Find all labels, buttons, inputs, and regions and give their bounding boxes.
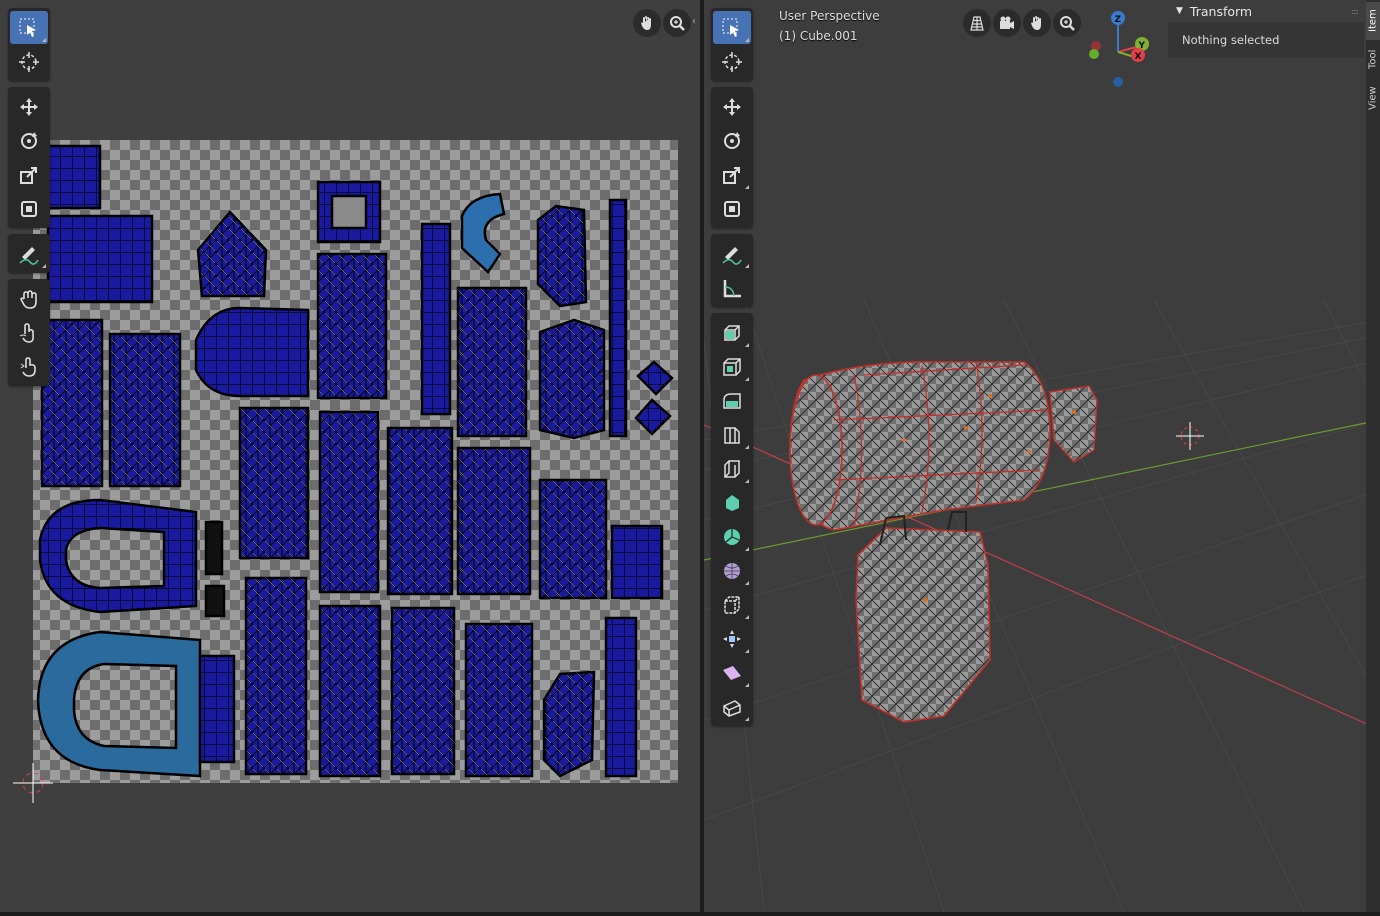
tool-select-box[interactable] <box>713 11 751 44</box>
move-icon <box>723 97 741 116</box>
tool-edge-slide[interactable] <box>713 588 751 621</box>
mesh-lantern <box>789 361 1098 723</box>
tool-measure[interactable] <box>713 271 751 304</box>
tab-tool[interactable]: Tool <box>1366 44 1380 74</box>
uv-editor-area[interactable]: ‹ <box>0 0 700 912</box>
uv-tool-annotate[interactable] <box>10 237 48 270</box>
select-box-icon <box>19 18 36 37</box>
viewport-toolbar <box>711 8 753 732</box>
navigation-gizmo[interactable]: Z Y X <box>1080 6 1160 90</box>
uv-tool-move[interactable] <box>10 90 48 123</box>
tool-shear[interactable] <box>713 656 751 689</box>
relax-hand-icon <box>19 322 34 343</box>
uv-tool-rotate[interactable] <box>10 124 48 157</box>
tool-smooth[interactable] <box>713 554 751 587</box>
gizmo-neg-z-handle <box>1113 77 1123 87</box>
viewport-canvas[interactable] <box>704 0 1380 912</box>
hand-pan-icon <box>1031 16 1041 30</box>
gizmo-z-label: Z <box>1115 15 1122 25</box>
active-object-label: (1) Cube.001 <box>779 29 858 43</box>
grab-hand-icon <box>20 289 37 309</box>
tool-rip-region[interactable] <box>713 690 751 723</box>
gizmo-neg-y-handle <box>1089 49 1099 59</box>
annotate-icon <box>722 246 742 265</box>
move-icon <box>20 97 38 116</box>
tool-poly-build[interactable] <box>713 486 751 519</box>
tool-scale[interactable] <box>713 158 751 191</box>
edge-slide-icon <box>724 595 740 614</box>
tool-rotate[interactable] <box>713 124 751 157</box>
tool-spin[interactable] <box>713 520 751 553</box>
sidebar-panel: ▼ Transform :::: Nothing selected <box>1168 0 1364 60</box>
shrink-fatten-icon <box>723 629 741 648</box>
transform-panel-header[interactable]: ▼ Transform :::: <box>1168 0 1364 22</box>
uv-sidebar-toggle-icon[interactable]: ‹ <box>692 16 696 27</box>
smooth-sphere-icon <box>724 562 740 579</box>
toggle-grid-view-button[interactable] <box>963 9 991 37</box>
uv-pan-button[interactable] <box>633 9 661 37</box>
zoom-icon <box>670 16 685 31</box>
uv-tool-grab[interactable] <box>10 282 48 315</box>
loop-cut-icon <box>724 459 740 478</box>
tool-move[interactable] <box>713 90 751 123</box>
uv-toolbar <box>8 8 50 392</box>
tool-loop-cut[interactable] <box>713 452 751 485</box>
transform-panel-body: Nothing selected <box>1168 22 1364 58</box>
select-box-icon <box>722 18 739 37</box>
uv-canvas[interactable] <box>0 0 700 912</box>
drag-handle-icon[interactable]: :::: <box>1351 7 1359 16</box>
viewport-pan-button[interactable] <box>1023 9 1051 37</box>
transform-icon <box>724 200 740 217</box>
uv-zoom-button[interactable] <box>663 9 691 37</box>
bevel-icon <box>724 426 740 444</box>
view-perspective-label: User Perspective <box>779 9 880 23</box>
uv-tool-scale[interactable] <box>10 158 48 191</box>
rotate-icon <box>724 131 740 149</box>
poly-build-icon <box>726 494 739 511</box>
tab-view[interactable]: View <box>1366 80 1380 116</box>
zoom-icon <box>1060 16 1075 31</box>
cursor-icon <box>722 51 742 72</box>
pinch-hand-icon <box>20 356 36 377</box>
collapse-arrow-icon: ▼ <box>1176 6 1183 16</box>
sidebar-tabs: Item Tool View <box>1366 0 1380 912</box>
tool-bevel[interactable] <box>713 418 751 451</box>
tool-inset-faces[interactable] <box>713 384 751 417</box>
measure-ruler-icon <box>723 279 741 297</box>
uv-tool-relax[interactable] <box>10 316 48 349</box>
uv-tool-transform[interactable] <box>10 192 48 225</box>
hand-pan-icon <box>641 16 651 30</box>
gizmo-x-label: X <box>1135 52 1142 62</box>
tool-annotate[interactable] <box>713 237 751 270</box>
scale-icon <box>20 166 37 184</box>
transform-panel-message: Nothing selected <box>1182 33 1280 47</box>
inset-faces-icon <box>723 392 741 409</box>
transform-panel-title: Transform <box>1189 3 1253 19</box>
tool-shrink-fatten[interactable] <box>713 622 751 655</box>
viewport-zoom-button[interactable] <box>1053 9 1081 37</box>
rip-region-icon <box>723 699 741 717</box>
spin-icon <box>724 528 740 545</box>
uv-tool-pinch[interactable] <box>10 350 48 383</box>
extrude-icon <box>723 357 741 376</box>
add-cube-icon <box>724 324 740 341</box>
camera-icon <box>1000 16 1014 29</box>
camera-view-button[interactable] <box>993 9 1021 37</box>
3d-cursor <box>1176 422 1204 450</box>
rotate-icon <box>21 131 37 149</box>
uv-tool-cursor[interactable] <box>10 45 48 78</box>
transform-icon <box>21 200 37 217</box>
grid-perspective-icon <box>970 16 984 31</box>
tool-extrude-region[interactable] <box>713 350 751 383</box>
tab-item[interactable]: Item <box>1366 2 1380 40</box>
tool-add-cube[interactable] <box>713 316 751 349</box>
cursor-icon <box>19 51 39 72</box>
uv-tool-select-box[interactable] <box>10 11 48 44</box>
tool-cursor[interactable] <box>713 45 751 78</box>
3d-viewport-area[interactable]: User Perspective (1) Cube.001 Z Y X <box>704 0 1380 912</box>
shear-icon <box>723 665 741 680</box>
annotate-icon <box>19 246 39 265</box>
tool-transform[interactable] <box>713 192 751 225</box>
scale-icon <box>723 166 740 184</box>
